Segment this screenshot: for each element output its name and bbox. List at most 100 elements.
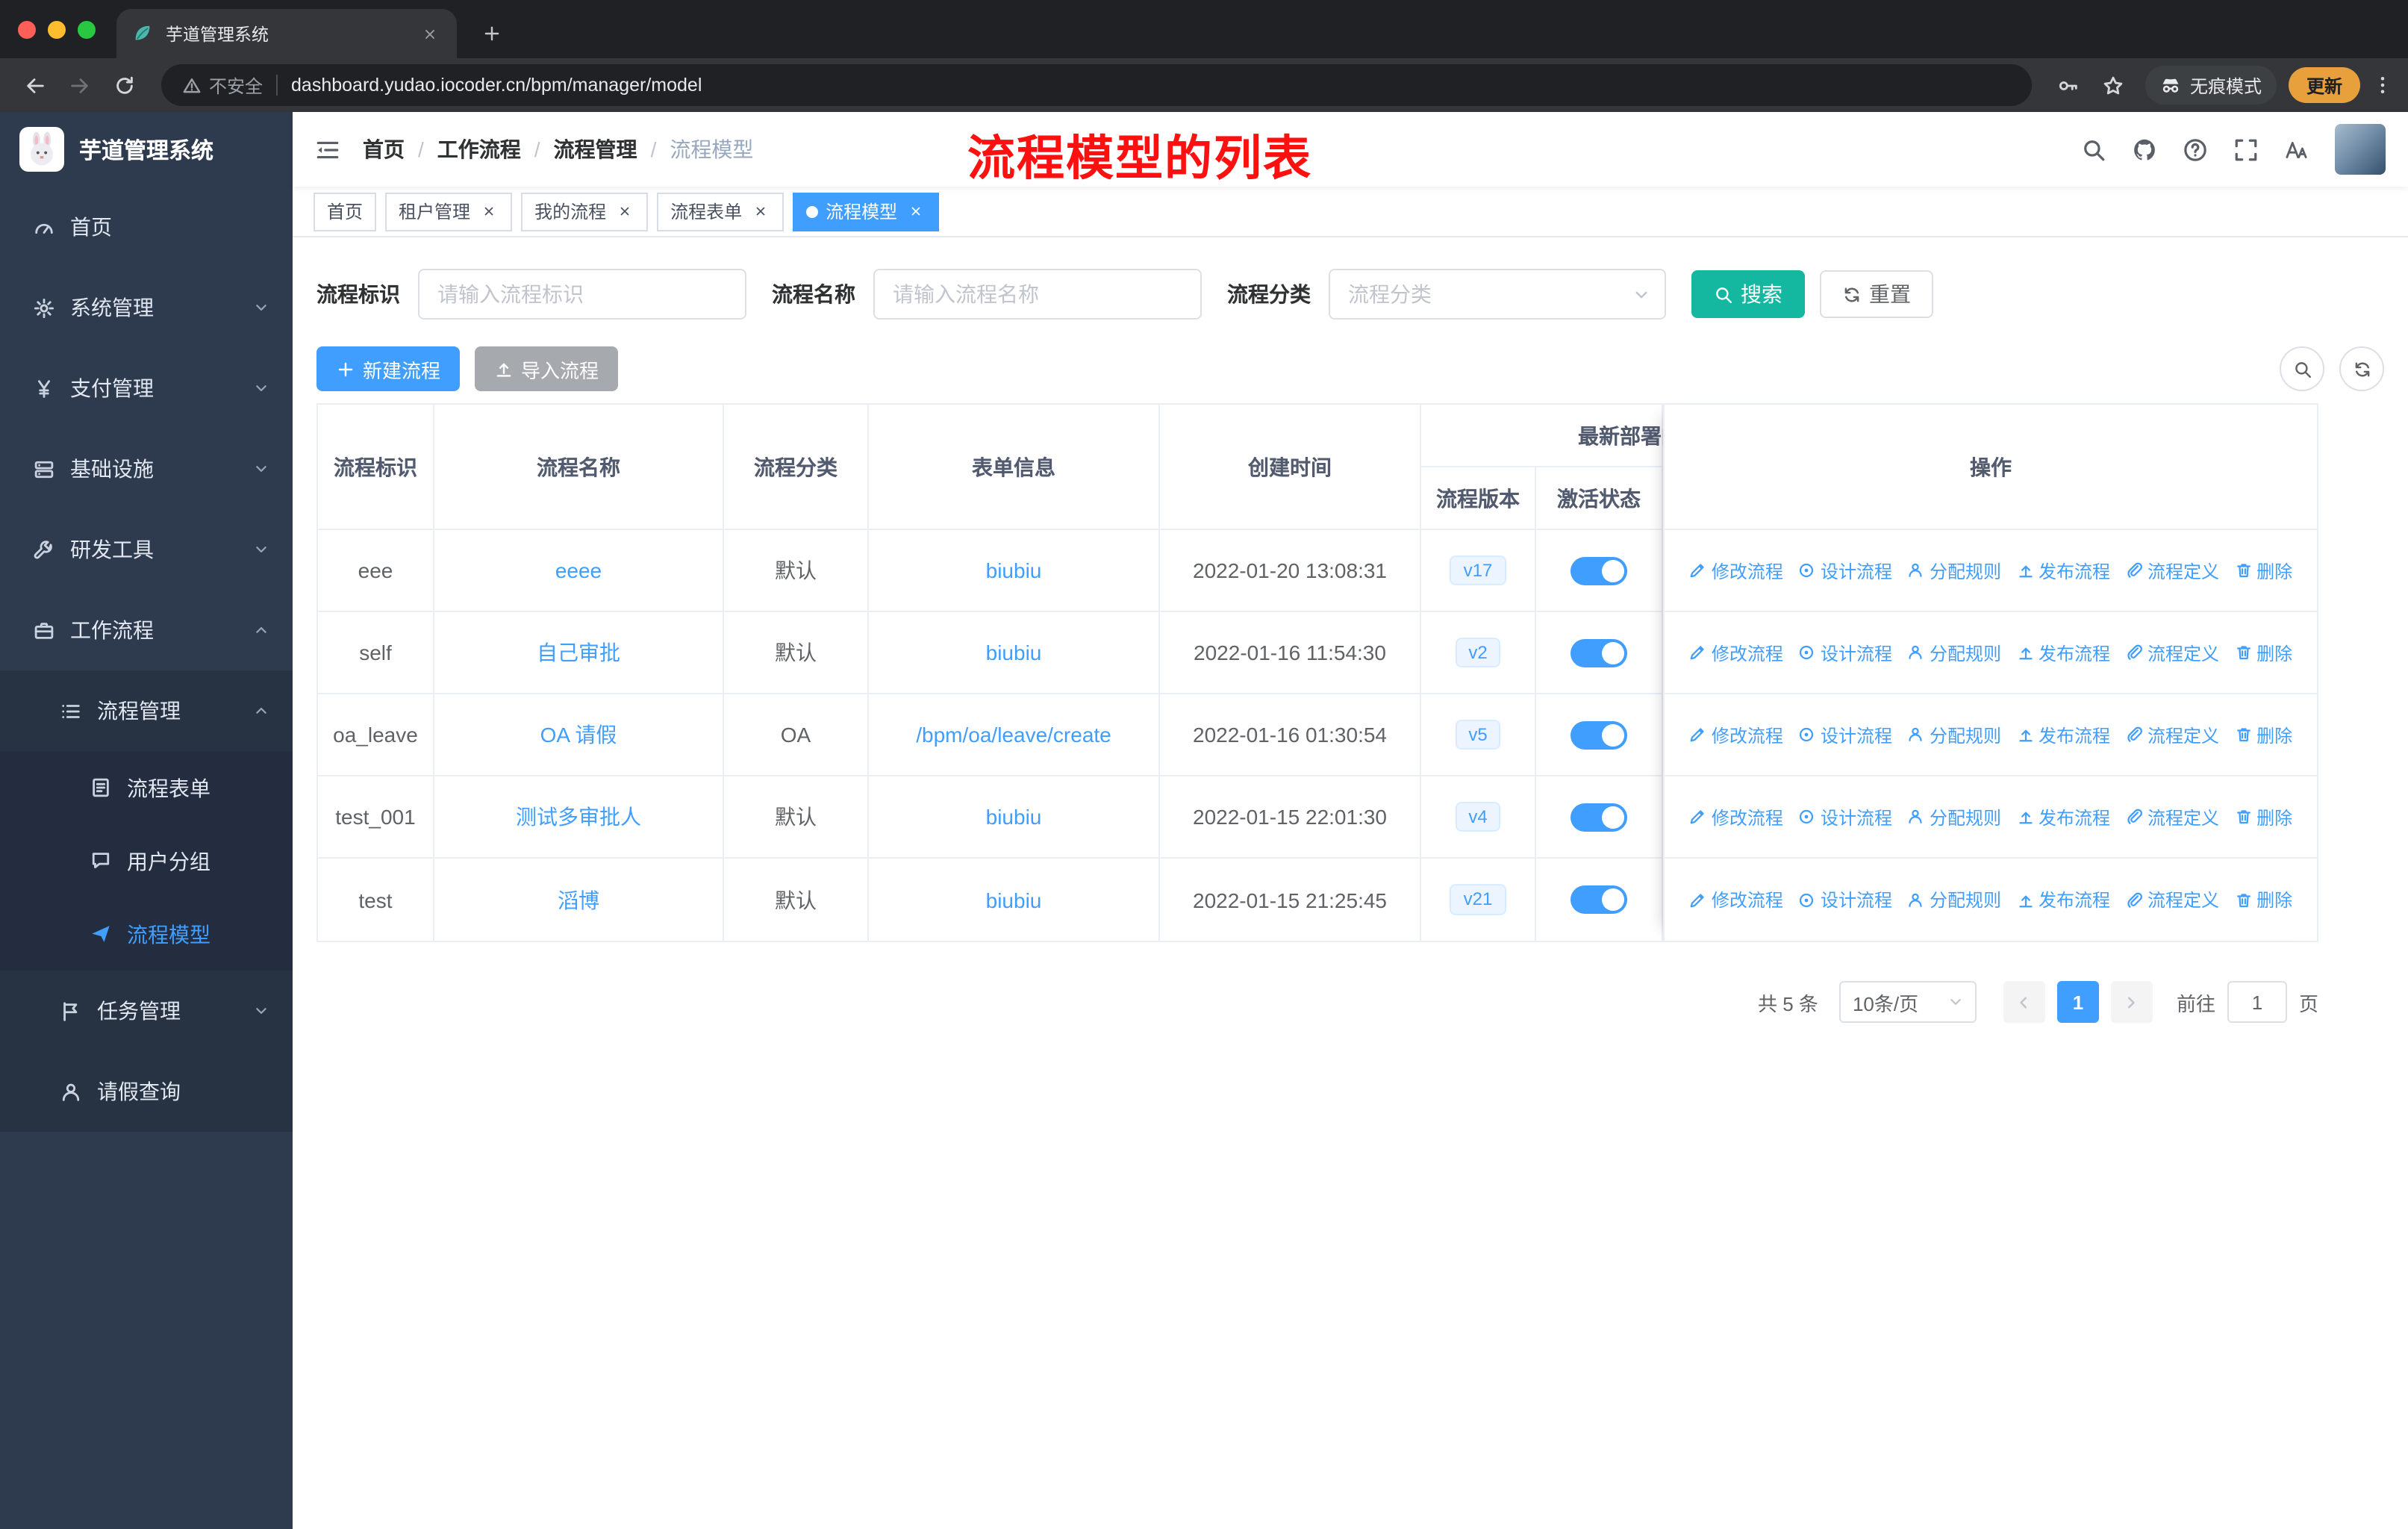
action-design[interactable]: 设计流程 xyxy=(1798,887,1892,912)
active-toggle[interactable] xyxy=(1570,638,1627,667)
action-delete[interactable]: 删除 xyxy=(2234,722,2292,747)
import-process-button[interactable]: 导入流程 xyxy=(475,346,619,391)
close-icon[interactable] xyxy=(749,201,770,222)
close-icon[interactable] xyxy=(614,201,634,222)
back-button[interactable] xyxy=(15,66,54,105)
action-assign[interactable]: 分配规则 xyxy=(1907,722,2001,747)
zoom-window-button[interactable] xyxy=(78,20,96,38)
action-design[interactable]: 设计流程 xyxy=(1798,640,1892,665)
new-tab-button[interactable] xyxy=(472,13,511,52)
create-process-button[interactable]: 新建流程 xyxy=(316,346,461,391)
sidebar-item-user-group[interactable]: 用户分组 xyxy=(0,824,293,897)
action-publish[interactable]: 发布流程 xyxy=(2016,887,2110,912)
action-assign[interactable]: 分配规则 xyxy=(1907,887,2001,912)
action-edit[interactable]: 修改流程 xyxy=(1689,640,1783,665)
cell-link[interactable]: biubiu xyxy=(986,805,1042,829)
action-publish[interactable]: 发布流程 xyxy=(2016,640,2110,665)
forward-button[interactable] xyxy=(60,66,99,105)
tag-process-form[interactable]: 流程表单 xyxy=(657,192,785,231)
process-key-input[interactable] xyxy=(418,269,746,320)
toggle-search-button[interactable] xyxy=(2280,346,2324,391)
cell-link[interactable]: 滔博 xyxy=(558,885,599,915)
refresh-table-button[interactable] xyxy=(2339,346,2384,391)
action-publish[interactable]: 发布流程 xyxy=(2016,722,2110,747)
action-edit[interactable]: 修改流程 xyxy=(1689,804,1783,829)
prev-page-button[interactable] xyxy=(2003,981,2045,1023)
active-toggle[interactable] xyxy=(1570,556,1627,585)
tab-close-icon[interactable] xyxy=(418,22,442,46)
action-edit[interactable]: 修改流程 xyxy=(1689,887,1783,912)
tag-home[interactable]: 首页 xyxy=(314,192,377,231)
action-delete[interactable]: 删除 xyxy=(2234,640,2292,665)
action-link[interactable]: 流程定义 xyxy=(2125,887,2219,912)
sidebar-item-leave-query[interactable]: 请假查询 xyxy=(0,1051,293,1132)
goto-page-input[interactable] xyxy=(2227,981,2287,1023)
bookmark-star-icon[interactable] xyxy=(2094,66,2133,105)
sidebar-collapse-icon[interactable] xyxy=(315,137,340,162)
cell-link[interactable]: OA 请假 xyxy=(540,720,617,750)
close-icon[interactable] xyxy=(478,201,499,222)
sidebar-item-process-mgmt[interactable]: 流程管理 xyxy=(0,670,293,751)
browser-tab[interactable]: 芋道管理系统 xyxy=(116,9,457,58)
action-design[interactable]: 设计流程 xyxy=(1798,804,1892,829)
font-size-icon[interactable] xyxy=(2284,137,2309,162)
minimize-window-button[interactable] xyxy=(48,20,66,38)
page-size-select[interactable]: 10条/页 xyxy=(1838,981,1977,1023)
action-delete[interactable]: 删除 xyxy=(2234,804,2292,829)
search-button[interactable]: 搜索 xyxy=(1691,270,1805,318)
action-link[interactable]: 流程定义 xyxy=(2125,804,2219,829)
address-bar[interactable]: 不安全 dashboard.yudao.iocoder.cn/bpm/manag… xyxy=(161,64,2032,106)
action-design[interactable]: 设计流程 xyxy=(1798,558,1892,583)
github-icon[interactable] xyxy=(2132,137,2157,162)
action-link[interactable]: 流程定义 xyxy=(2125,722,2219,747)
user-avatar[interactable] xyxy=(2335,124,2386,175)
cell-link[interactable]: 测试多审批人 xyxy=(516,802,641,832)
cell-link[interactable]: /bpm/oa/leave/create xyxy=(916,723,1111,747)
sidebar-item-process-form[interactable]: 流程表单 xyxy=(0,751,293,824)
cell-link[interactable]: biubiu xyxy=(986,641,1042,664)
category-select[interactable]: 流程分类 xyxy=(1329,269,1666,320)
cell-link[interactable]: 自己审批 xyxy=(537,638,620,667)
cell-link[interactable]: biubiu xyxy=(986,888,1042,912)
reload-button[interactable] xyxy=(105,66,143,105)
action-edit[interactable]: 修改流程 xyxy=(1689,722,1783,747)
app-logo[interactable]: 芋道管理系统 xyxy=(0,112,293,187)
action-edit[interactable]: 修改流程 xyxy=(1689,558,1783,583)
password-key-icon[interactable] xyxy=(2050,66,2089,105)
sidebar-item-infrastructure[interactable]: 基础设施 xyxy=(0,429,293,509)
reset-button[interactable]: 重置 xyxy=(1820,270,1933,318)
sidebar-item-workflow[interactable]: 工作流程 xyxy=(0,590,293,670)
action-link[interactable]: 流程定义 xyxy=(2125,640,2219,665)
site-security-chip[interactable]: 不安全 xyxy=(182,72,263,98)
tag-my-process[interactable]: 我的流程 xyxy=(521,192,649,231)
action-publish[interactable]: 发布流程 xyxy=(2016,804,2110,829)
cell-link[interactable]: eeee xyxy=(555,558,602,582)
breadcrumb-item[interactable]: 首页 xyxy=(363,134,405,164)
sidebar-item-home[interactable]: 首页 xyxy=(0,187,293,267)
close-icon[interactable] xyxy=(905,201,926,222)
help-icon[interactable] xyxy=(2183,137,2208,162)
page-number-button[interactable]: 1 xyxy=(2056,981,2099,1023)
tag-process-model[interactable]: 流程模型 xyxy=(793,192,940,231)
action-delete[interactable]: 删除 xyxy=(2234,558,2292,583)
sidebar-item-task-mgmt[interactable]: 任务管理 xyxy=(0,971,293,1051)
action-design[interactable]: 设计流程 xyxy=(1798,722,1892,747)
sidebar-item-process-model[interactable]: 流程模型 xyxy=(0,897,293,971)
action-assign[interactable]: 分配规则 xyxy=(1907,558,2001,583)
action-delete[interactable]: 删除 xyxy=(2234,887,2292,912)
breadcrumb-item[interactable]: 流程管理 xyxy=(554,134,637,164)
sidebar-item-dev-tools[interactable]: 研发工具 xyxy=(0,509,293,590)
tag-tenant-mgmt[interactable]: 租户管理 xyxy=(385,192,513,231)
active-toggle[interactable] xyxy=(1570,885,1627,914)
browser-menu-icon[interactable] xyxy=(2372,75,2393,96)
fullscreen-icon[interactable] xyxy=(2233,137,2259,162)
cell-link[interactable]: biubiu xyxy=(986,558,1042,582)
breadcrumb-item[interactable]: 工作流程 xyxy=(437,134,521,164)
sidebar-item-payment-mgmt[interactable]: 支付管理 xyxy=(0,348,293,429)
action-assign[interactable]: 分配规则 xyxy=(1907,804,2001,829)
action-assign[interactable]: 分配规则 xyxy=(1907,640,2001,665)
close-window-button[interactable] xyxy=(18,20,36,38)
search-icon[interactable] xyxy=(2081,137,2106,162)
browser-update-button[interactable]: 更新 xyxy=(2288,67,2360,103)
action-publish[interactable]: 发布流程 xyxy=(2016,558,2110,583)
